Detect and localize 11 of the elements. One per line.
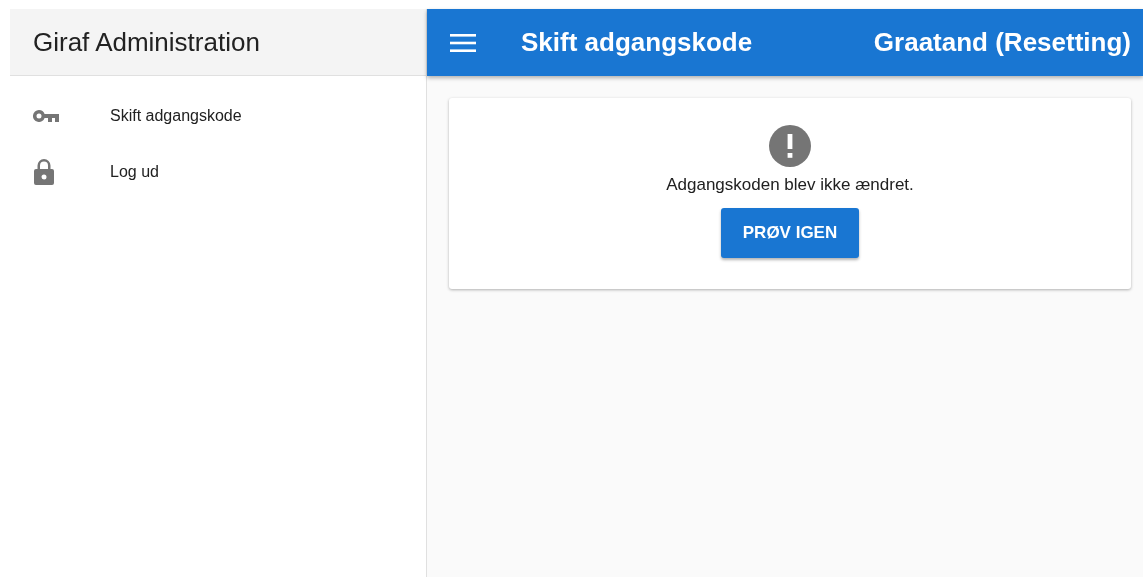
page-title: Skift adgangskode (521, 27, 753, 58)
warning-icon (769, 125, 811, 167)
lock-icon (33, 159, 55, 185)
retry-button[interactable]: PRØV IGEN (720, 208, 860, 258)
error-message: Adgangskoden blev ikke ændret. (666, 175, 914, 195)
menu-icon[interactable] (450, 33, 476, 52)
app-title: Giraf Administration (33, 26, 260, 58)
key-icon (33, 110, 59, 122)
sidebar-item[interactable]: Skift adgangskode (10, 88, 426, 144)
user-name: Graatand (Resetting) (873, 27, 1131, 58)
sidebar-item[interactable]: Log ud (10, 144, 426, 200)
